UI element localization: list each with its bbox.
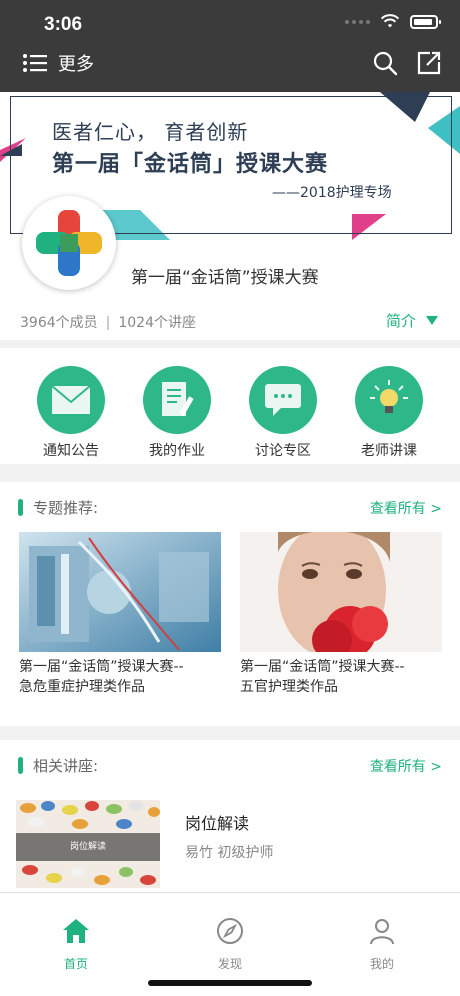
share-icon [417,51,441,75]
top-bar: 3:06 更多 [0,0,460,92]
lecture-title[interactable]: 岗位解读 [185,810,249,834]
action-circle [37,366,105,434]
user-icon [370,919,394,945]
topics-header: 专题推荐: [18,496,98,518]
lecture-thumbnail[interactable]: 岗位解读 [16,800,160,888]
topic-image-face-flower [240,532,442,652]
action-homework[interactable]: 我的作业 [127,366,227,460]
action-label: 通知公告 [43,443,99,459]
tab-home[interactable]: 首页 [36,917,116,972]
course-profile: 第一届“金话筒”授课大赛 3964个成员 | 1024个讲座 简介 [0,196,460,340]
lecture-speaker: 易竹 初级护师 [185,845,274,861]
list-menu-icon [23,54,47,72]
course-stats: 3964个成员 | 1024个讲座 [20,312,196,332]
banner-subtitle: ——2018护理专场 [272,185,392,201]
topic-title-line2: 急危重症护理类作品 [19,679,145,695]
course-title: 第一届“金话筒”授课大赛 [131,268,319,288]
action-circle [355,366,423,434]
action-circle [249,366,317,434]
lightbulb-icon [370,380,408,413]
banner-title: 第一届「金话筒」授课大赛 [52,152,329,177]
topic-card[interactable]: 第一届“金话筒”授课大赛-- 五官护理类作品 [240,532,442,697]
topics-section: 专题推荐: 查看所有 > 第一届“金话筒”授课大赛-- 急危重症护理类作品 第一… [0,482,460,726]
action-label: 我的作业 [149,443,205,459]
stats-separator: | [105,315,111,331]
tab-label: 我的 [369,957,394,971]
medical-cross-logo-icon [36,210,102,276]
topic-title-line1: 第一届“金话筒”授课大赛-- [19,659,184,675]
status-time: 3:06 [44,14,83,35]
compass-icon [217,918,243,944]
topic-card[interactable]: 第一届“金话筒”授课大赛-- 急危重症护理类作品 [19,532,221,697]
home-icon [63,919,89,943]
triangle-down-icon [426,316,438,325]
more-menu-button[interactable]: 更多 [22,50,94,76]
member-count: 3964个成员 [20,315,98,331]
tab-label: 发现 [217,957,242,971]
thumbnail-caption: 岗位解读 [16,833,160,861]
lectures-section: 相关讲座: 查看所有 > 岗位解读 岗位解读 易竹 初级护师 [0,740,460,892]
quick-actions: 通知公告 我的作业 讨论专区 老师讲课 [0,348,460,464]
more-menu-label: 更多 [58,54,94,75]
battery-icon [410,14,441,29]
action-teacher-lectures[interactable]: 老师讲课 [339,366,439,460]
topic-title: 第一届“金话筒”授课大赛-- 急危重症护理类作品 [19,657,221,697]
topic-title-line1: 第一届“金话筒”授课大赛-- [240,659,405,675]
lecture-count: 1024个讲座 [118,315,196,331]
intro-toggle-button[interactable]: 简介 [386,310,438,331]
topics-see-all-link[interactable]: 查看所有 > [370,498,442,518]
action-circle [143,366,211,434]
tab-label: 首页 [63,957,88,971]
section-accent-bar [18,756,23,774]
signal-dots-icon [345,19,370,24]
status-icons [345,14,441,29]
section-accent-bar [18,498,23,516]
banner-slogan: 医者仁心， 育者创新 [52,120,249,144]
topics-title: 专题推荐: [33,498,99,517]
tab-profile[interactable]: 我的 [342,917,422,972]
lectures-header: 相关讲座: [18,754,98,776]
envelope-icon [51,385,91,414]
share-button[interactable] [416,50,442,76]
action-label: 老师讲课 [361,443,417,459]
lectures-see-all-link[interactable]: 查看所有 > [370,756,442,776]
action-notices[interactable]: 通知公告 [21,366,121,460]
topic-title: 第一届“金话筒”授课大赛-- 五官护理类作品 [240,657,442,697]
topic-title-line2: 五官护理类作品 [240,679,338,695]
action-label: 讨论专区 [255,443,311,459]
intro-label: 简介 [385,312,416,330]
course-logo [22,196,116,290]
lectures-title: 相关讲座: [33,756,99,775]
wifi-icon [380,14,400,28]
topic-image-icu-equipment [19,532,221,652]
action-discussion[interactable]: 讨论专区 [233,366,333,460]
tab-discover[interactable]: 发现 [190,917,270,972]
home-indicator [148,980,312,986]
document-pen-icon [162,382,194,417]
search-button[interactable] [372,50,398,76]
search-icon [373,51,398,76]
chat-bubble-icon [265,384,301,416]
